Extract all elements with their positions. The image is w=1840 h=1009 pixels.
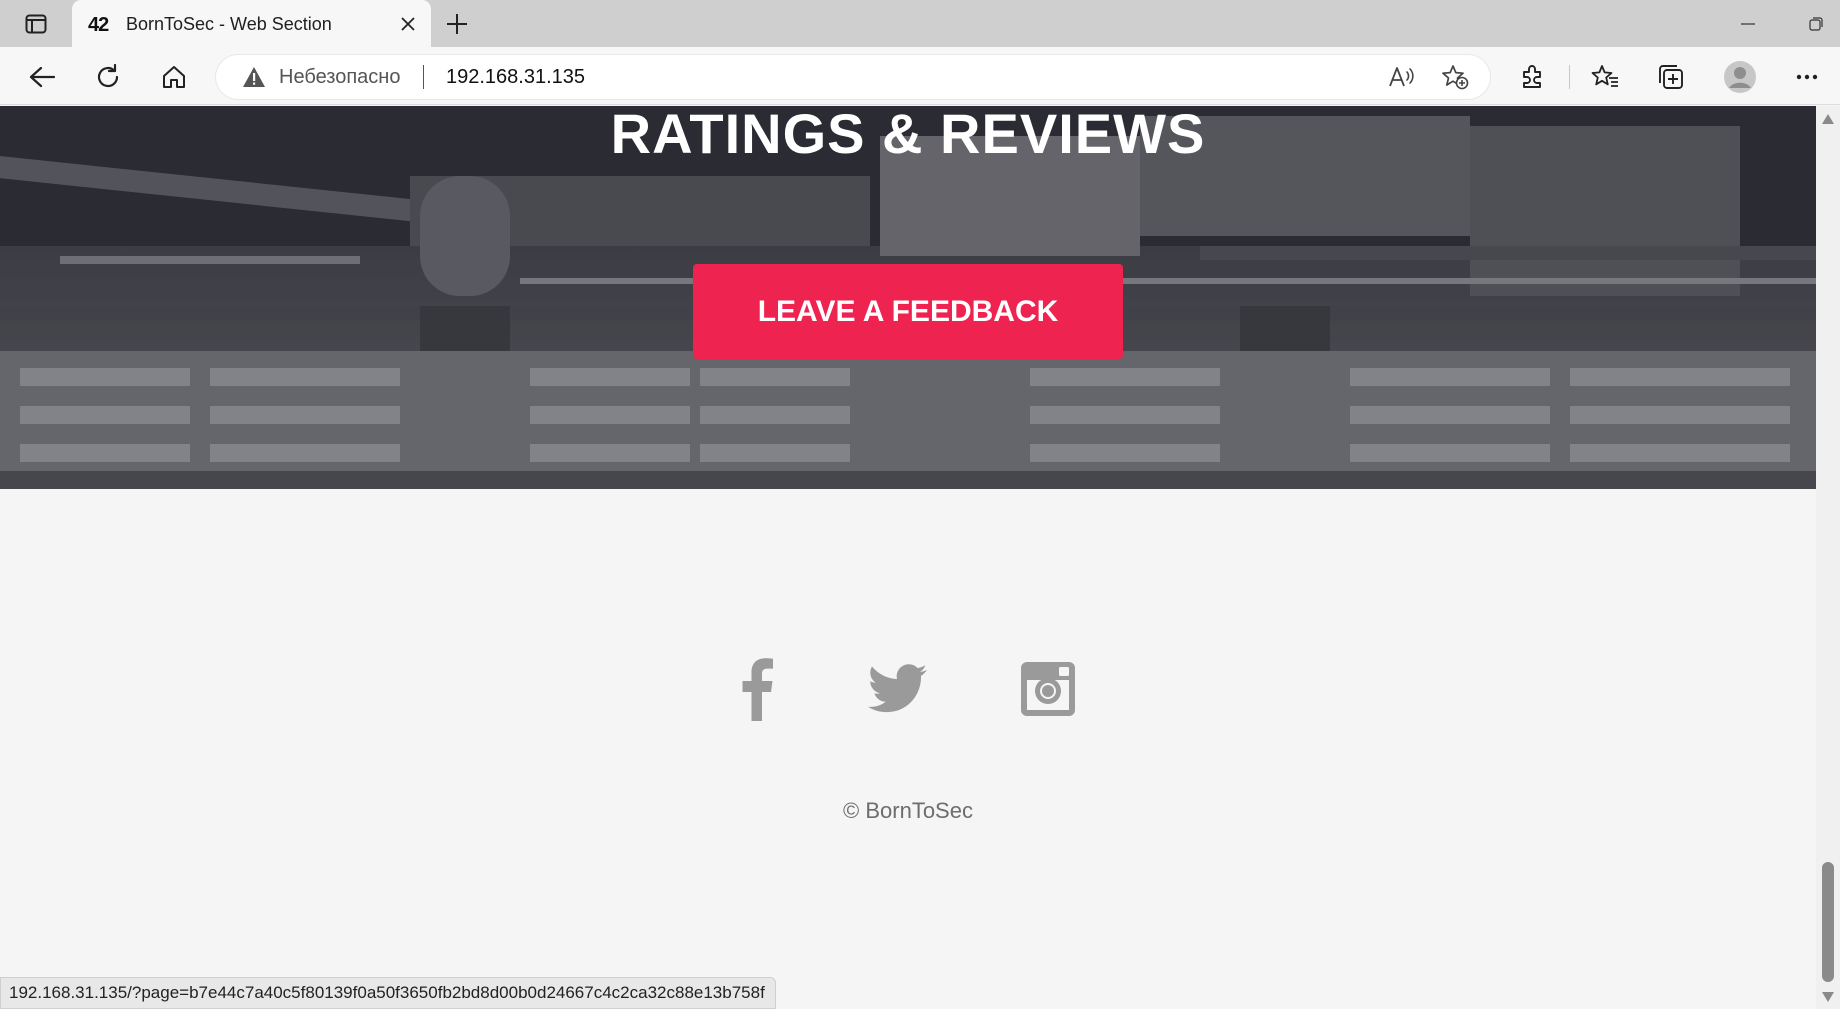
close-icon[interactable] — [396, 12, 420, 36]
add-favorite-icon[interactable] — [1440, 62, 1470, 92]
facebook-icon[interactable] — [721, 654, 791, 724]
link-status-bar: 192.168.31.135/?page=b7e44c7a40c5f80139f… — [0, 977, 776, 1009]
back-icon[interactable] — [22, 57, 62, 97]
copyright-text: © BornToSec — [843, 798, 973, 823]
maximize-icon[interactable] — [1796, 10, 1836, 38]
leave-feedback-button[interactable]: LEAVE A FEEDBACK — [693, 264, 1123, 359]
tab-bar: 42 BornToSec - Web Section — [0, 0, 1840, 48]
reload-icon[interactable] — [88, 57, 128, 97]
tab-actions-icon[interactable] — [16, 10, 56, 38]
scroll-up-arrow-icon[interactable] — [1821, 112, 1835, 124]
tab-title: BornToSec - Web Section — [126, 14, 332, 34]
favorites-icon[interactable] — [1585, 57, 1625, 97]
address-separator — [423, 65, 424, 89]
scroll-down-arrow-icon[interactable] — [1821, 990, 1835, 1002]
profile-icon[interactable] — [1720, 57, 1760, 97]
plus-icon[interactable] — [441, 8, 473, 40]
home-icon[interactable] — [154, 57, 194, 97]
collections-icon[interactable] — [1651, 57, 1691, 97]
page-viewport: RATINGS & REVIEWS LEAVE A FEEDBACK © Bor… — [0, 106, 1816, 1009]
url-input[interactable]: 192.168.31.135 — [446, 66, 585, 89]
read-aloud-icon[interactable] — [1386, 62, 1416, 92]
browser-toolbar: Небезопасно 192.168.31.135 — [0, 47, 1840, 105]
minimize-icon[interactable] — [1728, 10, 1768, 38]
extensions-icon[interactable] — [1512, 57, 1552, 97]
page-title: RATINGS & REVIEWS — [610, 106, 1206, 165]
browser-tab[interactable]: 42 BornToSec - Web Section — [72, 0, 431, 48]
address-bar[interactable]: Небезопасно 192.168.31.135 — [216, 55, 1490, 99]
social-links — [0, 654, 1816, 724]
more-icon[interactable] — [1787, 57, 1827, 97]
scrollbar-thumb[interactable] — [1822, 862, 1834, 982]
scrollbar[interactable] — [1816, 106, 1840, 1009]
instagram-icon[interactable] — [1013, 654, 1083, 724]
toolbar-separator — [1569, 65, 1570, 89]
site-favicon: 42 — [88, 14, 109, 36]
warning-icon[interactable] — [242, 66, 266, 88]
twitter-icon[interactable] — [863, 654, 933, 724]
security-label[interactable]: Небезопасно — [279, 66, 400, 89]
hero-section: RATINGS & REVIEWS LEAVE A FEEDBACK — [0, 106, 1816, 489]
